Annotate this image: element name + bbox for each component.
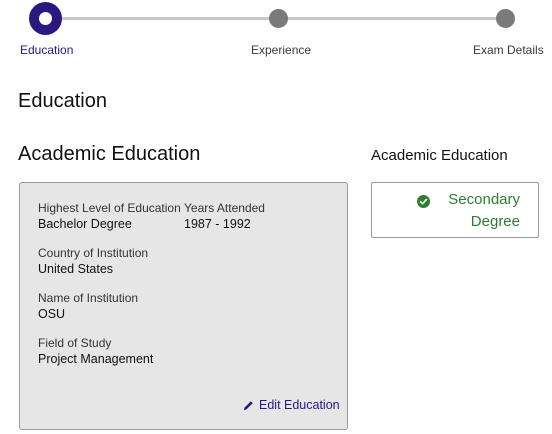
years-attended-label: Years Attended: [184, 201, 265, 215]
country-label: Country of Institution: [38, 246, 149, 260]
pencil-icon: [243, 400, 253, 410]
highest-level-value: Bachelor Degree: [38, 217, 132, 231]
years-attended-value: 1987 - 1992: [184, 217, 251, 231]
degree-status-box: Secondary Degree: [371, 182, 539, 238]
edit-education-label: Edit Education: [259, 398, 340, 412]
step-label-experience[interactable]: Experience: [251, 43, 311, 57]
field-of-study-label: Field of Study: [38, 336, 112, 350]
step-indicator-inner: [39, 12, 52, 25]
edit-education-button[interactable]: Edit Education: [243, 398, 340, 412]
step-indicator-experience[interactable]: [269, 9, 288, 28]
education-card: Highest Level of Education Bachelor Degr…: [19, 182, 348, 430]
step-indicator-exam-details[interactable]: [496, 9, 515, 28]
section-title: Academic Education: [18, 143, 201, 165]
country-value: United States: [38, 262, 114, 276]
progress-stepper: Education Experience Exam Details: [0, 0, 552, 70]
degree-status-text: Secondary Degree: [448, 191, 520, 230]
page-title: Education: [18, 90, 107, 112]
institution-value: OSU: [38, 307, 66, 321]
field-of-study-value: Project Management: [38, 352, 154, 366]
highest-level-label: Highest Level of Education: [38, 201, 181, 215]
side-panel-title: Academic Education: [371, 147, 508, 164]
step-label-exam-details[interactable]: Exam Details: [473, 43, 544, 57]
stepper-connector: [278, 17, 505, 20]
step-label-education[interactable]: Education: [20, 43, 73, 57]
stepper-connector: [45, 17, 278, 20]
step-indicator-education[interactable]: [29, 2, 62, 35]
institution-label: Name of Institution: [38, 291, 139, 305]
